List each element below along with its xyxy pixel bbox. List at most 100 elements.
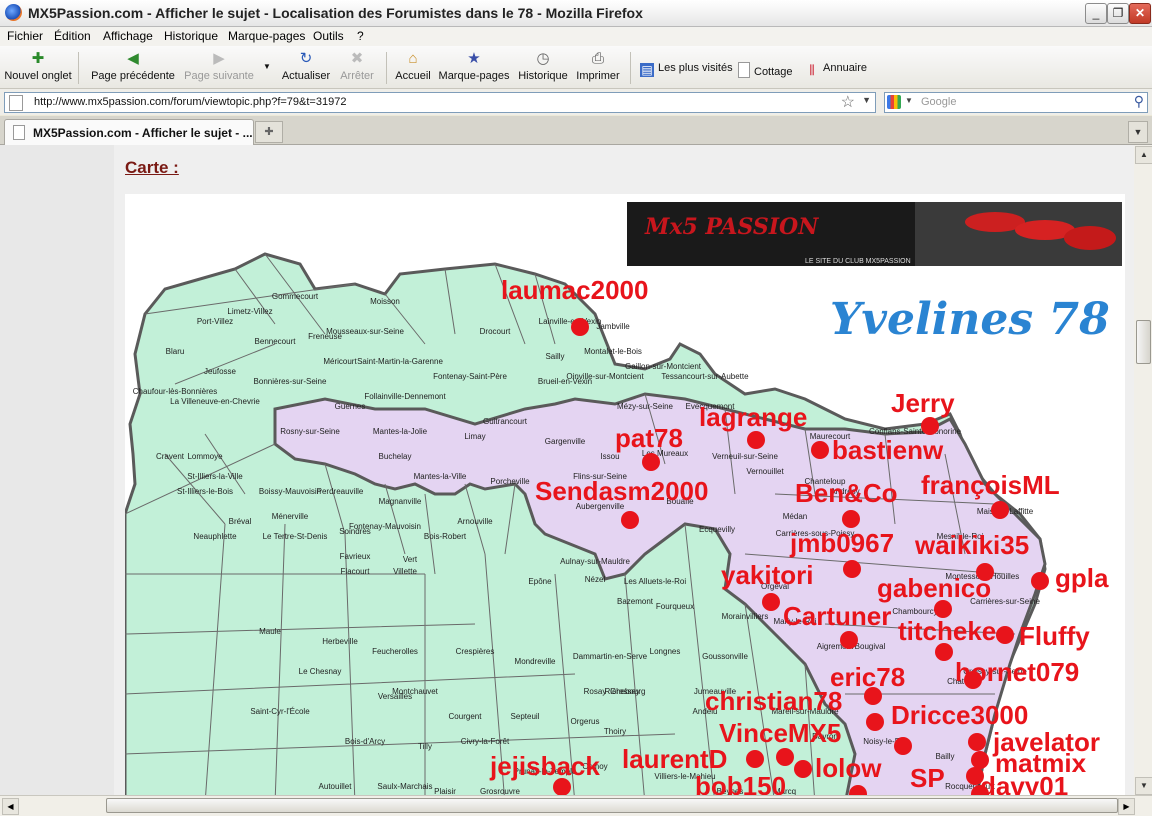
menu-outils[interactable]: Outils <box>313 29 344 43</box>
back-arrow-icon: ◀ <box>127 50 139 67</box>
scroll-down-button[interactable]: ▼ <box>1135 777 1152 795</box>
minimize-button[interactable]: _ <box>1085 3 1107 24</box>
page-icon <box>9 95 23 111</box>
tab-active[interactable]: MX5Passion.com - Afficher le sujet - ... <box>4 119 254 145</box>
town-label: Le Tertre-St-Denis <box>263 532 328 541</box>
member-marker <box>971 751 989 769</box>
town-label: Moisson <box>370 297 400 306</box>
town-label: Saint-Cyr-l'École <box>250 707 310 716</box>
scroll-up-button[interactable]: ▲ <box>1135 146 1152 164</box>
town-label: Perdreauville <box>317 487 364 496</box>
menu-edition[interactable]: Édition <box>54 29 91 43</box>
member-marker <box>1031 572 1049 590</box>
bookmarks-button[interactable]: ★ Marque-pages <box>437 50 511 82</box>
forward-button[interactable]: ▶ Page suivante <box>182 50 256 82</box>
town-label: Houilles <box>991 572 1019 581</box>
search-engine-dropdown-icon[interactable]: ▼ <box>905 96 913 105</box>
bookmark-cottage[interactable]: Cottage <box>738 62 793 78</box>
scroll-left-button[interactable]: ◀ <box>2 798 19 815</box>
town-label: St-Illiers-le-Bois <box>177 487 233 496</box>
vertical-scroll-thumb[interactable] <box>1136 320 1151 364</box>
member-label: waikiki35 <box>914 530 1029 560</box>
horizontal-scroll-thumb[interactable] <box>106 798 1118 813</box>
town-label: Crespières <box>456 647 495 656</box>
town-label: Limay <box>464 432 485 441</box>
menu-bar: Fichier Édition Affichage Historique Mar… <box>0 27 1152 46</box>
town-label: Limetz-Villez <box>227 307 272 316</box>
menu-affichage[interactable]: Affichage <box>103 29 153 43</box>
new-tab-button[interactable]: ✚ Nouvel onglet <box>4 50 72 82</box>
print-button[interactable]: ⎙ Imprimer <box>575 50 621 82</box>
toolbar-separator <box>386 52 387 84</box>
member-marker <box>996 626 1014 644</box>
vertical-scrollbar[interactable]: ▲ ▼ <box>1134 145 1152 795</box>
town-label: Saulx-Marchais <box>377 782 432 791</box>
bookmarks-icon: ★ <box>467 50 481 67</box>
bookmark-annuaire[interactable]: ⫼ Annuaire <box>805 62 867 77</box>
clock-icon: ◷ <box>536 50 550 67</box>
search-placeholder[interactable]: Google <box>921 96 956 108</box>
menu-help[interactable]: ? <box>357 29 364 43</box>
town-label: Cravent <box>156 452 185 461</box>
banner-caption: LE SITE DU CLUB MX5PASSION <box>805 258 911 265</box>
tab-list-dropdown[interactable]: ▼ <box>1128 121 1148 143</box>
google-icon[interactable] <box>887 95 901 109</box>
home-button[interactable]: ⌂ Accueil <box>394 50 432 82</box>
address-toolbar: http://www.mx5passion.com/forum/viewtopi… <box>0 89 1152 115</box>
town-label: Arnouville <box>457 517 493 526</box>
search-icon[interactable]: ⚲ <box>1134 93 1144 110</box>
menu-fichier[interactable]: Fichier <box>7 29 43 43</box>
member-marker <box>747 431 765 449</box>
page-icon <box>738 62 750 78</box>
town-label: Villette <box>393 567 417 576</box>
forward-arrow-icon: ▶ <box>213 50 225 67</box>
bookmark-most-visited[interactable]: ▤ Les plus visités <box>640 62 733 77</box>
member-label: Ben&Co <box>795 478 898 508</box>
town-label: Epône <box>528 577 552 586</box>
town-label: Blaru <box>166 347 185 356</box>
toolbar-separator <box>78 52 79 84</box>
forum-post: Carte : Mx5 PASSION LE SITE DU CLUB MX5P… <box>114 145 1134 795</box>
town-label: Bois-Robert <box>424 532 467 541</box>
town-label: Guitrancourt <box>483 417 528 426</box>
town-label: Issou <box>600 452 619 461</box>
url-text[interactable]: http://www.mx5passion.com/forum/viewtopi… <box>34 96 346 108</box>
town-label: Neauphlette <box>193 532 237 541</box>
town-label: Dammartin-en-Serve <box>573 652 648 661</box>
member-marker <box>866 713 884 731</box>
menu-marque-pages[interactable]: Marque-pages <box>228 29 305 43</box>
printer-icon: ⎙ <box>591 50 604 67</box>
firefox-icon <box>5 4 22 21</box>
town-label: Goussonville <box>702 652 748 661</box>
url-dropdown-icon[interactable]: ▼ <box>862 95 871 105</box>
back-button[interactable]: ◀ Page précédente <box>90 50 176 82</box>
town-label: Chaufour-lès-Bonnières <box>133 387 218 396</box>
town-label: Gressey <box>610 687 640 696</box>
horizontal-scrollbar[interactable]: ◀ ▶ <box>0 795 1152 816</box>
new-tab-plus-button[interactable]: ✚ <box>255 121 283 143</box>
town-label: Lainville-en-Vexin <box>539 317 602 326</box>
scroll-right-button[interactable]: ▶ <box>1118 798 1135 815</box>
search-box[interactable]: ▼ Google ⚲ <box>884 92 1148 113</box>
menu-historique[interactable]: Historique <box>164 29 218 43</box>
town-label: Vernouillet <box>746 467 784 476</box>
history-dropdown[interactable]: ▼ <box>262 62 272 71</box>
town-label: Ménerville <box>272 512 309 521</box>
town-label: Morainvilliers <box>722 612 769 621</box>
town-label: Bazemont <box>617 597 654 606</box>
town-label: Orgerus <box>571 717 600 726</box>
town-label: Fourqueux <box>656 602 694 611</box>
town-label: Follainville-Dennemont <box>364 392 446 401</box>
tab-bar: MX5Passion.com - Afficher le sujet - ...… <box>0 116 1152 145</box>
bookmark-star-icon[interactable]: ☆ <box>841 92 855 112</box>
history-button[interactable]: ◷ Historique <box>516 50 570 82</box>
member-marker <box>840 631 858 649</box>
maximize-button[interactable]: ❐ <box>1107 3 1129 24</box>
reload-button[interactable]: ↻ Actualiser <box>280 50 332 82</box>
town-label: Jambville <box>596 322 630 331</box>
town-label: Mousseaux-sur-Seine <box>326 327 404 336</box>
town-label: Rosay <box>584 687 607 696</box>
close-button[interactable]: ✕ <box>1129 3 1151 24</box>
stop-button[interactable]: ✖ Arrêter <box>337 50 377 82</box>
url-bar[interactable]: http://www.mx5passion.com/forum/viewtopi… <box>4 92 876 113</box>
